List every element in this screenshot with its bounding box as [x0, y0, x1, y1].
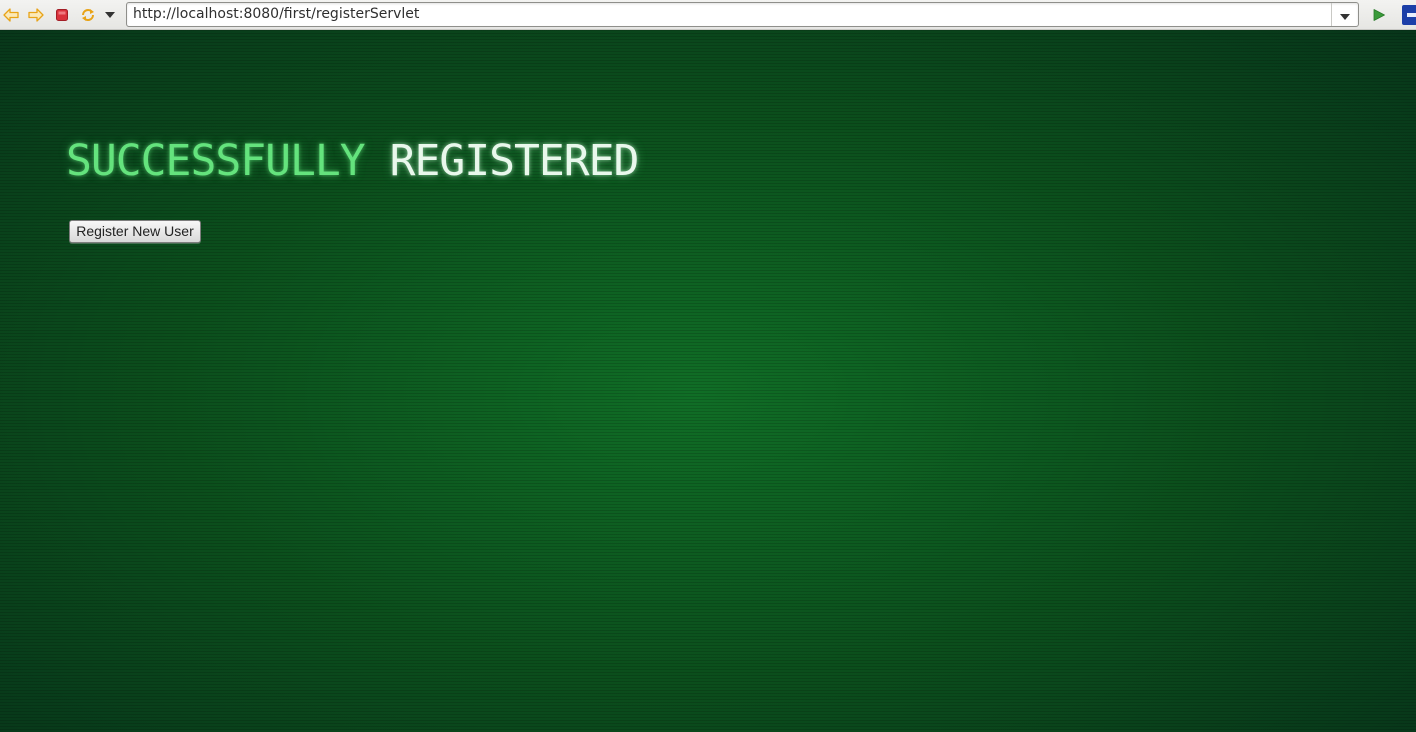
- reload-button[interactable]: [78, 5, 98, 25]
- browser-toolbar: http://localhost:8080/first/registerServ…: [0, 0, 1416, 30]
- forward-arrow-icon: [28, 8, 44, 22]
- address-bar[interactable]: http://localhost:8080/first/registerServ…: [126, 2, 1359, 27]
- history-dropdown[interactable]: [100, 5, 120, 25]
- forward-button[interactable]: [26, 5, 46, 25]
- page-title: SUCCESSFULLY REGISTERED: [66, 136, 640, 186]
- url-text[interactable]: http://localhost:8080/first/registerServ…: [133, 3, 419, 26]
- go-button[interactable]: [1369, 5, 1389, 25]
- back-arrow-icon: [3, 8, 19, 22]
- play-icon: [1373, 9, 1385, 21]
- url-dropdown-button[interactable]: [1331, 3, 1358, 26]
- chevron-down-icon: [105, 12, 115, 18]
- chevron-down-icon: [1340, 5, 1350, 24]
- stop-icon: [56, 9, 68, 21]
- title-word-successfully: SUCCESSFULLY: [66, 136, 366, 186]
- stop-button[interactable]: [52, 5, 72, 25]
- register-new-user-button[interactable]: Register New User: [69, 220, 201, 243]
- back-button[interactable]: [1, 5, 21, 25]
- page-viewport: SUCCESSFULLY REGISTERED Register New Use…: [0, 30, 1416, 732]
- extension-icon[interactable]: [1402, 5, 1416, 25]
- reload-icon: [80, 7, 96, 23]
- title-word-registered: REGISTERED: [389, 136, 640, 186]
